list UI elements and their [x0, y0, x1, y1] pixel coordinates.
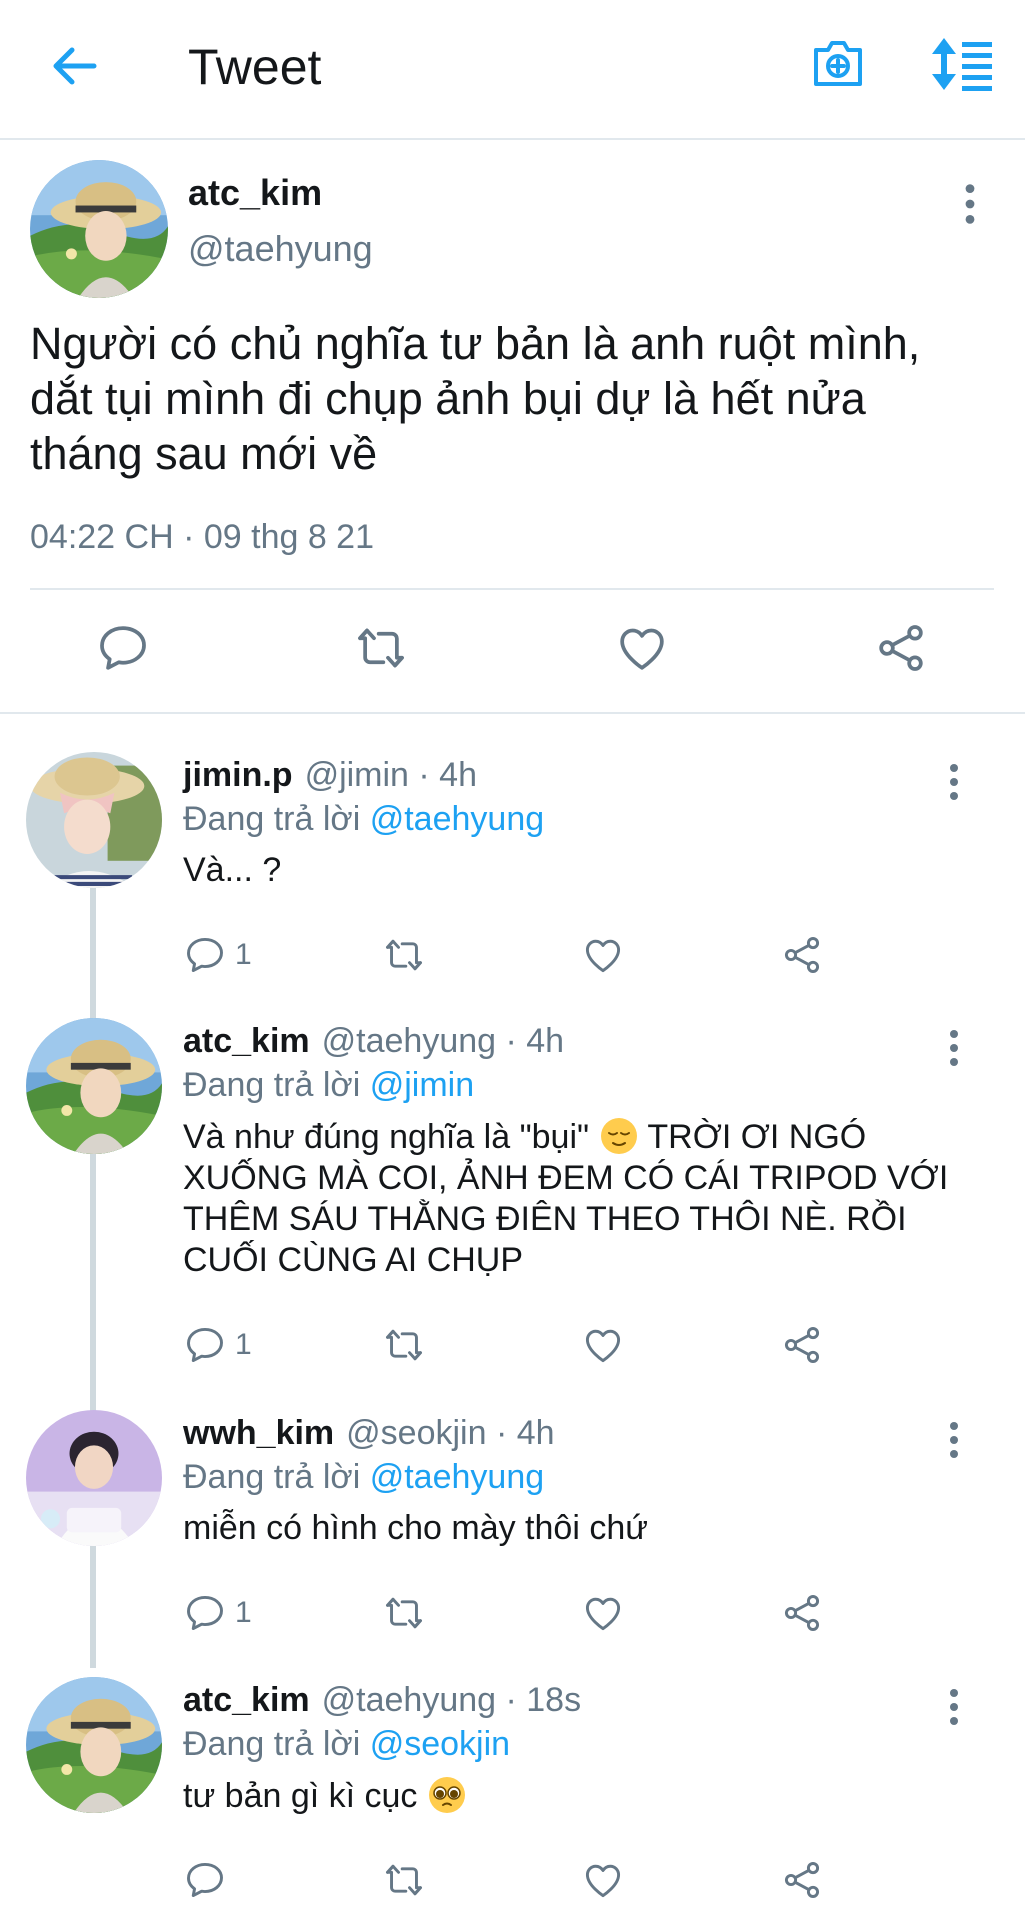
author-handle-time: @taehyung · 18s	[321, 1681, 582, 1719]
tweet-text-part: tư bản gì kì cục	[183, 1777, 418, 1815]
tweet-actions: 1	[0, 1322, 1025, 1372]
replying-to-label: Đang trả lời	[183, 800, 361, 838]
author-handle[interactable]: @taehyung	[188, 228, 373, 270]
author-handle-time: @jimin · 4h	[304, 756, 478, 794]
sort-icon[interactable]	[928, 36, 994, 92]
avatar[interactable]	[30, 160, 168, 298]
retweet-icon[interactable]	[382, 1590, 426, 1636]
replying-to-label: Đang trả lời	[183, 1458, 361, 1496]
camera-plus-icon[interactable]	[810, 36, 866, 92]
avatar[interactable]	[26, 1410, 162, 1546]
more-options-icon[interactable]	[942, 1687, 966, 1727]
like-icon[interactable]	[581, 1857, 625, 1903]
more-options-icon[interactable]	[942, 1028, 966, 1068]
retweet-icon[interactable]	[353, 620, 409, 676]
like-icon[interactable]	[581, 1590, 625, 1636]
retweet-icon[interactable]	[382, 1322, 426, 1368]
author-name[interactable]: atc_kim	[183, 1022, 310, 1060]
reply-tweet[interactable]: atc_kim @taehyung · 4h Đang trả lời @jimi…	[0, 1018, 1025, 1388]
author-name[interactable]: jimin.p	[183, 756, 293, 794]
replying-to: Đang trả lời @seokjin	[183, 1725, 510, 1764]
replying-to: Đang trả lời @taehyung	[183, 1458, 544, 1497]
like-icon[interactable]	[614, 620, 670, 676]
top-app-bar: Tweet	[0, 0, 1025, 140]
reply-count: 1	[235, 1596, 252, 1629]
share-icon[interactable]	[780, 1590, 824, 1636]
replying-to: Đang trả lời @taehyung	[183, 800, 544, 839]
reply-button[interactable]	[183, 1857, 227, 1903]
tweet-actions: 1	[0, 1590, 1025, 1640]
tweet-text: tư bản gì kì cục	[183, 1775, 973, 1817]
reply-icon[interactable]	[95, 620, 151, 676]
share-icon[interactable]	[780, 1857, 824, 1903]
tweet-timestamp: 04:22 CH · 09 thg 8 21	[30, 518, 375, 556]
page-title: Tweet	[188, 39, 322, 95]
reply-button[interactable]: 1	[183, 932, 252, 978]
reply-tweet[interactable]: jimin.p @jimin · 4h Đang trả lời @taehyun…	[0, 752, 1025, 992]
reply-button[interactable]: 1	[183, 1322, 252, 1368]
tweet-text: Và như đúng nghĩa là "bụi" TRỜI ƠI NGÓ X…	[183, 1116, 973, 1281]
share-icon[interactable]	[873, 620, 929, 676]
more-options-icon[interactable]	[942, 762, 966, 802]
divider	[30, 588, 994, 590]
like-icon[interactable]	[581, 1322, 625, 1368]
tweet-actions	[0, 620, 1025, 690]
author-name[interactable]: atc_kim	[188, 172, 322, 214]
mention-link[interactable]: @taehyung	[370, 1458, 544, 1496]
retweet-icon[interactable]	[382, 932, 426, 978]
author-name[interactable]: wwh_kim	[183, 1414, 334, 1452]
tweet-text: Người có chủ nghĩa tư bản là anh ruột mì…	[30, 318, 921, 479]
author-handle-time: @seokjin · 4h	[346, 1414, 555, 1452]
arrow-left-icon[interactable]	[48, 44, 100, 88]
tweet-actions	[0, 1857, 1025, 1907]
main-tweet: atc_kim @taehyung Người có chủ nghĩa tư …	[0, 142, 1025, 714]
avatar[interactable]	[26, 1677, 162, 1813]
reply-count: 1	[235, 1328, 252, 1361]
more-options-icon[interactable]	[942, 1420, 966, 1460]
mention-link[interactable]: @seokjin	[370, 1725, 510, 1763]
tweet-actions: 1	[0, 932, 1025, 982]
reply-button[interactable]: 1	[183, 1590, 252, 1636]
reply-tweet[interactable]: wwh_kim @seokjin · 4h Đang trả lời @taehy…	[0, 1410, 1025, 1650]
tweet-text: Và... ?	[183, 851, 282, 889]
mention-link[interactable]: @taehyung	[370, 800, 544, 838]
reply-tweet[interactable]: atc_kim @taehyung · 18s Đang trả lời @seo…	[0, 1677, 1025, 1920]
replying-to-label: Đang trả lời	[183, 1725, 361, 1763]
tweet-actions	[0, 1078, 1025, 1128]
share-icon[interactable]	[780, 932, 824, 978]
like-icon[interactable]	[581, 932, 625, 978]
author-name[interactable]: atc_kim	[183, 1681, 310, 1719]
avatar[interactable]	[26, 752, 162, 888]
more-options-icon[interactable]	[958, 182, 982, 226]
pleading-face-emoji	[428, 1777, 465, 1813]
retweet-icon[interactable]	[382, 1857, 426, 1903]
share-icon[interactable]	[780, 1322, 824, 1368]
reply-count: 1	[235, 938, 252, 971]
author-handle-time: @taehyung · 4h	[321, 1022, 565, 1060]
tweet-text: miễn có hình cho mày thôi chứ	[183, 1509, 648, 1547]
